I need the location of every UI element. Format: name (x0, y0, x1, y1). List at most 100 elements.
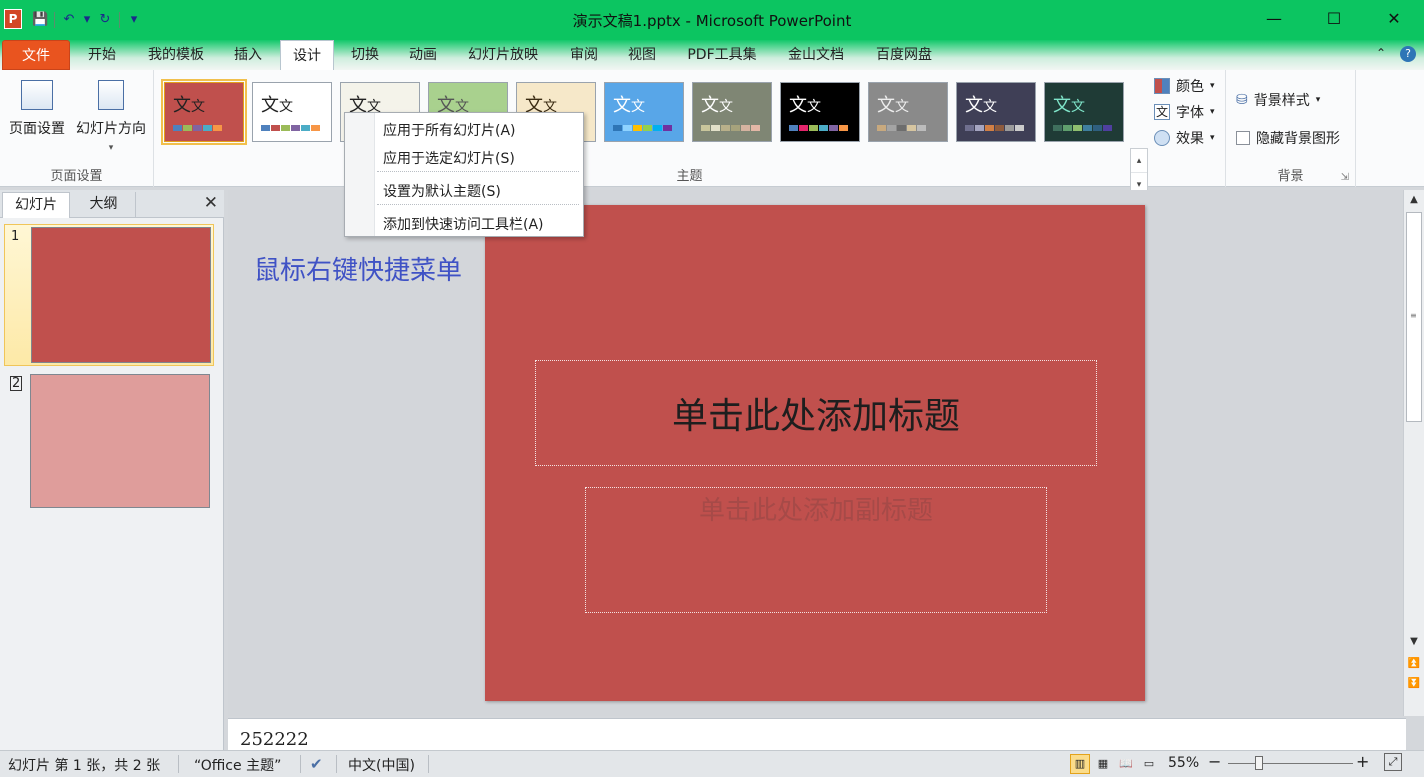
page-setup-button[interactable]: 页面设置 (6, 80, 68, 138)
background-styles-arrow: ▾ (1315, 95, 1321, 105)
theme-color-swatch (281, 125, 290, 131)
zoom-slider-knob[interactable] (1255, 756, 1264, 770)
previous-slide-icon[interactable]: ⏫ (1404, 658, 1424, 669)
tab-slides[interactable]: 幻灯片 (2, 192, 70, 218)
vertical-scrollbar[interactable]: ▲ ≡ ▼ ⏫ ⏬ (1403, 190, 1424, 716)
tab-home[interactable]: 开始 (76, 40, 128, 70)
title-placeholder[interactable]: 单击此处添加标题 (535, 360, 1097, 466)
maximize-button[interactable]: ☐ (1304, 0, 1364, 38)
theme-fonts-arrow: ▾ (1210, 107, 1215, 117)
theme-thumbnail[interactable]: 文文 (161, 79, 247, 145)
tab-baidu-netdisk[interactable]: 百度网盘 (864, 40, 944, 70)
collapse-ribbon-icon[interactable]: ⌃ (1376, 46, 1386, 62)
theme-thumbnail[interactable]: 文文 (252, 82, 332, 142)
tab-outline[interactable]: 大纲 (72, 192, 136, 218)
background-styles-button[interactable]: ⛁ 背景样式 ▾ (1236, 90, 1320, 110)
scroll-up-icon[interactable]: ▲ (1404, 194, 1424, 205)
theme-color-swatch (965, 125, 974, 131)
zoom-out-icon[interactable]: − (1208, 752, 1221, 771)
hide-background-graphics-label: 隐藏背景图形 (1256, 131, 1340, 147)
theme-color-swatch (203, 125, 212, 131)
zoom-level[interactable]: 55% (1168, 755, 1199, 771)
current-slide[interactable]: 单击此处添加标题 单击此处添加副标题 (485, 205, 1145, 701)
theme-thumbnail[interactable]: 文文 (692, 82, 772, 142)
theme-thumbnail[interactable]: 文文 (956, 82, 1036, 142)
theme-color-swatch (1005, 125, 1014, 131)
tab-pdf-tools[interactable]: PDF工具集 (676, 40, 768, 70)
slide-orientation-button[interactable]: 幻灯片方向 ▾ (72, 80, 150, 154)
theme-thumbnail[interactable]: 文文 (1044, 82, 1124, 142)
reading-view-icon[interactable]: 📖 (1116, 754, 1136, 774)
slide-sorter-icon[interactable]: ▦ (1093, 754, 1113, 774)
theme-colors-button[interactable]: 颜色 ▾ (1154, 76, 1215, 96)
theme-color-swatch (799, 125, 808, 131)
help-icon[interactable]: ? (1400, 46, 1416, 62)
ribbon: 页面设置 幻灯片方向 ▾ 页面设置 主题 文文 文文 文文 文文 文文 文文 文文 文文 文文文… (0, 70, 1424, 220)
theme-colors-arrow: ▾ (1210, 81, 1215, 91)
tab-insert[interactable]: 插入 (222, 40, 274, 70)
notes-text[interactable]: 252222 (240, 729, 309, 750)
theme-color-swatch (741, 125, 750, 131)
background-styles-label: 背景样式 (1253, 93, 1310, 109)
theme-color-swatch (877, 125, 886, 131)
theme-color-swatch (1103, 125, 1112, 131)
ribbon-tabs: 文件 开始 我的模板 插入 设计 切换 动画 幻灯片放映 审阅 视图 PDF工具… (0, 40, 1424, 70)
window-controls: — ☐ ✕ (1244, 0, 1424, 38)
menu-item-apply-selected[interactable]: 应用于选定幻灯片(S) (383, 148, 515, 168)
theme-thumbnail[interactable]: 文文 (604, 82, 684, 142)
gallery-scroll-up-icon[interactable]: ▴ (1131, 149, 1147, 173)
tab-animations[interactable]: 动画 (396, 40, 450, 70)
theme-effects-label: 效果 (1176, 131, 1204, 147)
subtitle-placeholder[interactable]: 单击此处添加副标题 (585, 487, 1047, 613)
normal-view-icon[interactable]: ▥ (1070, 754, 1090, 774)
tab-design[interactable]: 设计 (280, 40, 334, 70)
slide-orientation-icon (98, 80, 124, 110)
theme-color-swatch (1073, 125, 1082, 131)
theme-color-swatch (173, 125, 182, 131)
tab-view[interactable]: 视图 (616, 40, 668, 70)
theme-color-swatch (1083, 125, 1092, 131)
theme-color-swatch (653, 125, 662, 131)
zoom-slider-track[interactable] (1228, 763, 1353, 764)
menu-item-set-default[interactable]: 设置为默认主题(S) (383, 181, 501, 201)
tab-slideshow[interactable]: 幻灯片放映 (456, 40, 550, 70)
theme-colors-label: 颜色 (1176, 79, 1204, 95)
tab-kingsoft-docs[interactable]: 金山文档 (776, 40, 856, 70)
close-pane-icon[interactable]: ✕ (204, 193, 218, 213)
theme-name-status[interactable]: “Office 主题” (194, 755, 281, 775)
theme-thumbnail[interactable]: 文文 (780, 82, 860, 142)
slides-pane-tabs: 幻灯片 大纲 ✕ (0, 190, 224, 218)
tab-file[interactable]: 文件 (2, 40, 70, 70)
page-setup-icon (21, 80, 53, 110)
close-button[interactable]: ✕ (1364, 0, 1424, 38)
slideshow-view-icon[interactable]: ▭ (1139, 754, 1159, 774)
minimize-button[interactable]: — (1244, 0, 1304, 38)
ribbon-right-icons: ⌃ ? (1376, 46, 1416, 62)
theme-fonts-button[interactable]: 文 字体 ▾ (1154, 102, 1215, 122)
theme-thumbnail[interactable]: 文文 (868, 82, 948, 142)
scroll-down-icon[interactable]: ▼ (1404, 636, 1424, 647)
theme-color-swatch (261, 125, 270, 131)
theme-sample-text: 文文 (965, 95, 997, 116)
hide-background-graphics-checkbox[interactable]: 隐藏背景图形 (1236, 128, 1340, 148)
notes-pane[interactable]: 252222 (228, 718, 1406, 750)
fit-to-window-icon[interactable]: ⤢ (1384, 753, 1402, 771)
next-slide-icon[interactable]: ⏬ (1404, 678, 1424, 689)
theme-effects-button[interactable]: 效果 ▾ (1154, 128, 1215, 148)
menu-item-add-to-qat[interactable]: 添加到快速访问工具栏(A) (383, 214, 544, 234)
paint-bucket-icon: ⛁ (1236, 92, 1248, 108)
zoom-in-icon[interactable]: + (1356, 752, 1369, 771)
slide-thumbnail-1[interactable]: 1 (4, 224, 214, 366)
dialog-launcher-icon[interactable]: ⇲ (1341, 172, 1349, 183)
tab-review[interactable]: 审阅 (558, 40, 610, 70)
language-status[interactable]: 中文(中国) (348, 755, 415, 775)
scrollbar-thumb[interactable]: ≡ (1406, 212, 1422, 422)
spellcheck-icon[interactable]: ✔ (310, 755, 323, 773)
theme-fonts-label: 字体 (1176, 105, 1204, 121)
tab-my-templates[interactable]: 我的模板 (136, 40, 216, 70)
menu-item-apply-all[interactable]: 应用于所有幻灯片(A) (383, 120, 516, 140)
slide-thumbnail-2[interactable]: 2 (4, 372, 214, 512)
tab-transitions[interactable]: 切换 (338, 40, 392, 70)
theme-color-swatch (291, 125, 300, 131)
theme-color-swatch (623, 125, 632, 131)
